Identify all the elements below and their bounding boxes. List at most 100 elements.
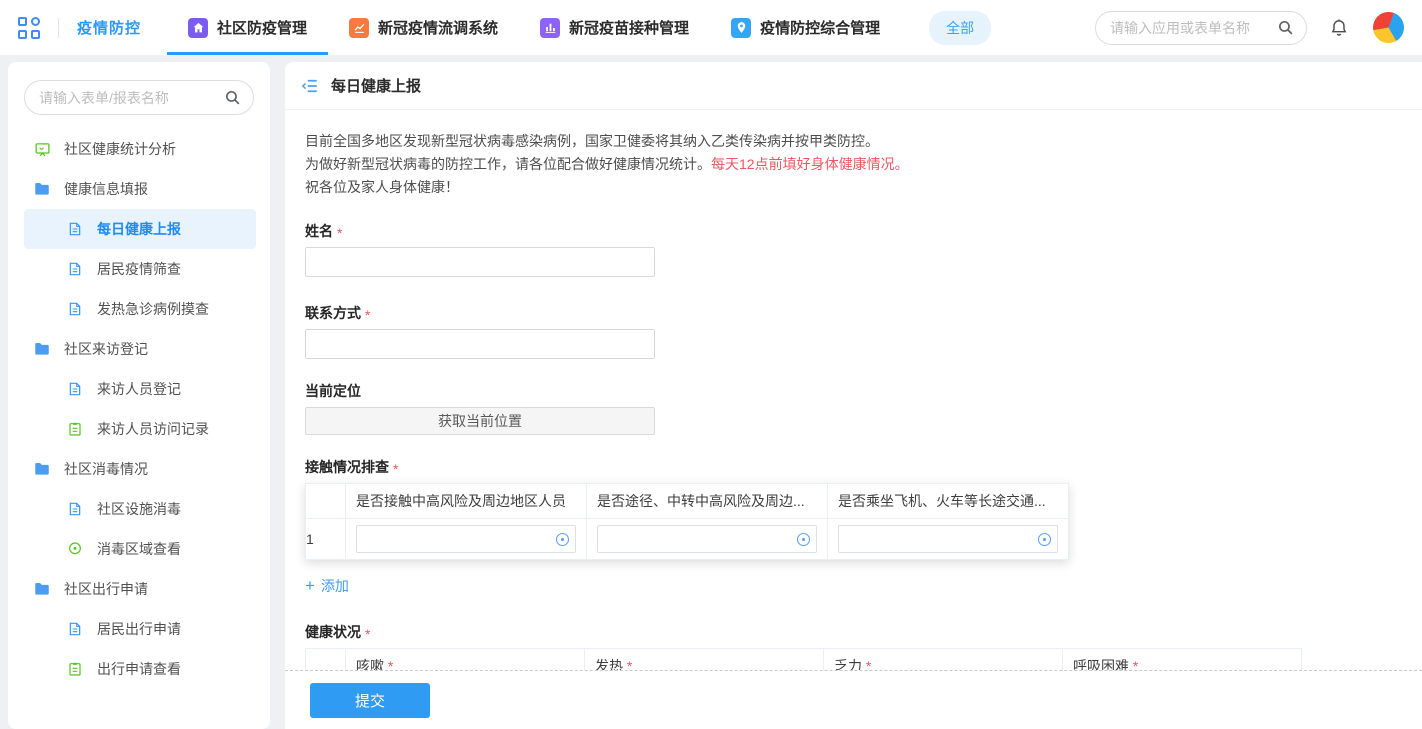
sidebar-group-health-info-filling[interactable]: 健康信息填报 bbox=[24, 169, 256, 209]
submit-button[interactable]: 提交 bbox=[310, 683, 430, 718]
tab-covid-flow-survey-system[interactable]: 新冠疫情流调系统 bbox=[328, 0, 519, 55]
location-field-label: 当前定位 bbox=[305, 381, 1422, 401]
sidebar-item-label: 每日健康上报 bbox=[97, 219, 181, 239]
sidebar-item-fever-case-survey[interactable]: 发热急诊病例摸查 bbox=[24, 289, 256, 329]
search-icon[interactable] bbox=[1277, 19, 1294, 36]
row-index: 1 bbox=[306, 519, 346, 560]
table-header-row: 是否接触中高风险及周边地区人员 是否途径、中转中高风险及周边... 是否乘坐飞机… bbox=[306, 484, 1069, 519]
required-marker: * bbox=[393, 461, 398, 477]
sidebar-item-label: 健康信息填报 bbox=[64, 179, 148, 199]
required-marker: * bbox=[365, 626, 370, 642]
intro-line-1: 目前全国多地区发现新型冠状病毒感染病例，国家卫健委将其纳入乙类传染病并按甲类防控… bbox=[305, 133, 879, 149]
sidebar-item-label: 发热急诊病例摸查 bbox=[97, 299, 209, 319]
sidebar-item-community-health-statistics[interactable]: 社区健康统计分析 bbox=[24, 129, 256, 169]
sidebar-search-input[interactable] bbox=[39, 90, 224, 106]
folder-icon bbox=[33, 180, 51, 198]
sidebar-item-label: 居民出行申请 bbox=[97, 619, 181, 639]
tab-vaccine-management[interactable]: 新冠疫苗接种管理 bbox=[519, 0, 710, 55]
sidebar-item-facility-disinfection[interactable]: 社区设施消毒 bbox=[24, 489, 256, 529]
apps-grid-icon[interactable] bbox=[18, 17, 40, 39]
get-current-location-button[interactable]: 获取当前位置 bbox=[305, 407, 655, 435]
tab-label: 社区防疫管理 bbox=[217, 17, 307, 38]
name-input[interactable] bbox=[305, 247, 655, 277]
column-header: 是否接触中高风险及周边地区人员 bbox=[346, 484, 587, 519]
intro-line-3: 祝各位及家人身体健康！ bbox=[305, 179, 459, 195]
tab-label: 疫情防控综合管理 bbox=[760, 17, 880, 38]
sidebar-item-label: 居民疫情筛查 bbox=[97, 259, 181, 279]
document-icon bbox=[66, 380, 84, 398]
intro-line-2: 为做好新型冠状病毒的防控工作，请各位配合做好健康情况统计。 bbox=[305, 156, 711, 172]
bell-icon[interactable] bbox=[1329, 17, 1349, 38]
column-header: 咳嗽 * bbox=[346, 649, 585, 671]
sidebar-item-label: 社区设施消毒 bbox=[97, 499, 181, 519]
topbar-search-input[interactable] bbox=[1110, 20, 1277, 36]
sidebar-item-label: 来访人员访问记录 bbox=[97, 419, 209, 439]
sidebar-item-resident-epidemic-screening[interactable]: 居民疫情筛查 bbox=[24, 249, 256, 289]
topbar: 疫情防控 社区防疫管理 新冠疫情流调系统 新冠疫苗接种管理 疫情防控综合管理 bbox=[0, 0, 1422, 55]
contact-check-table: 是否接触中高风险及周边地区人员 是否途径、中转中高风险及周边... 是否乘坐飞机… bbox=[305, 483, 1069, 560]
tab-label: 新冠疫情流调系统 bbox=[378, 17, 498, 38]
table-header-row: 咳嗽 * 发热 * 乏力 * 呼吸困难 * bbox=[306, 649, 1302, 671]
bar-chart-icon bbox=[540, 18, 560, 38]
add-row-button[interactable]: + 添加 bbox=[305, 576, 349, 596]
tab-label: 新冠疫苗接种管理 bbox=[569, 17, 689, 38]
main-panel: 每日健康上报 目前全国多地区发现新型冠状病毒感染病例，国家卫健委将其纳入乙类传染… bbox=[285, 62, 1422, 729]
select-dropdown-icon bbox=[797, 533, 810, 546]
tab-community-epidemic-management[interactable]: 社区防疫管理 bbox=[167, 0, 328, 55]
sidebar-item-resident-travel-application[interactable]: 居民出行申请 bbox=[24, 609, 256, 649]
required-marker: * bbox=[337, 225, 342, 241]
all-apps-pill[interactable]: 全部 bbox=[929, 11, 991, 45]
sidebar-item-label: 来访人员登记 bbox=[97, 379, 181, 399]
page-title: 每日健康上报 bbox=[331, 75, 421, 96]
sidebar-group-community-travel-application[interactable]: 社区出行申请 bbox=[24, 569, 256, 609]
document-icon bbox=[66, 260, 84, 278]
topbar-search bbox=[1095, 11, 1307, 45]
column-header: 是否乘坐飞机、火车等长途交通... bbox=[828, 484, 1069, 519]
home-icon bbox=[188, 18, 208, 38]
form-body: 目前全国多地区发现新型冠状病毒感染病例，国家卫健委将其纳入乙类传染病并按甲类防控… bbox=[285, 110, 1422, 670]
search-icon[interactable] bbox=[224, 89, 241, 106]
trend-icon bbox=[349, 18, 369, 38]
sidebar-item-daily-health-report[interactable]: 每日健康上报 bbox=[24, 209, 256, 249]
sidebar-item-travel-application-view[interactable]: 出行申请查看 bbox=[24, 649, 256, 689]
form-intro-text: 目前全国多地区发现新型冠状病毒感染病例，国家卫健委将其纳入乙类传染病并按甲类防控… bbox=[305, 130, 1422, 199]
sidebar-item-label: 社区健康统计分析 bbox=[64, 139, 176, 159]
sidebar-item-visitor-visit-records[interactable]: 来访人员访问记录 bbox=[24, 409, 256, 449]
sidebar-item-label: 消毒区域查看 bbox=[97, 539, 181, 559]
location-icon bbox=[731, 18, 751, 38]
clipboard-icon bbox=[66, 420, 84, 438]
collapse-sidebar-icon[interactable] bbox=[301, 77, 319, 95]
form-header: 每日健康上报 bbox=[285, 62, 1422, 110]
sidebar-group-community-visit-registration[interactable]: 社区来访登记 bbox=[24, 329, 256, 369]
sidebar-item-label: 社区消毒情况 bbox=[64, 459, 148, 479]
map-pin-icon bbox=[66, 540, 84, 558]
health-status-field-label: 健康状况* bbox=[305, 622, 1422, 642]
folder-icon bbox=[33, 460, 51, 478]
contact-field-label: 联系方式* bbox=[305, 303, 1422, 323]
sidebar-search bbox=[24, 80, 254, 115]
sidebar-item-label: 社区来访登记 bbox=[64, 339, 148, 359]
tab-epidemic-integrated-management[interactable]: 疫情防控综合管理 bbox=[710, 0, 901, 55]
sidebar-item-visitor-registration[interactable]: 来访人员登记 bbox=[24, 369, 256, 409]
name-field-label: 姓名* bbox=[305, 221, 1422, 241]
app-tabs: 社区防疫管理 新冠疫情流调系统 新冠疫苗接种管理 疫情防控综合管理 bbox=[167, 0, 901, 55]
folder-icon bbox=[33, 580, 51, 598]
column-header: 呼吸困难 * bbox=[1063, 649, 1302, 671]
contact-risk-select[interactable] bbox=[356, 525, 576, 553]
document-icon bbox=[66, 500, 84, 518]
sidebar-item-disinfection-area-view[interactable]: 消毒区域查看 bbox=[24, 529, 256, 569]
sidebar-item-label: 出行申请查看 bbox=[97, 659, 181, 679]
column-header: 是否途径、中转中高风险及周边... bbox=[587, 484, 828, 519]
sidebar-group-community-disinfection[interactable]: 社区消毒情况 bbox=[24, 449, 256, 489]
select-dropdown-icon bbox=[1038, 533, 1051, 546]
transit-risk-select[interactable] bbox=[597, 525, 817, 553]
brand-label[interactable]: 疫情防控 bbox=[77, 17, 141, 38]
folder-icon bbox=[33, 340, 51, 358]
user-avatar[interactable] bbox=[1373, 12, 1404, 43]
required-marker: * bbox=[365, 307, 370, 323]
column-header: 发热 * bbox=[585, 649, 824, 671]
contact-input[interactable] bbox=[305, 329, 655, 359]
column-header: 乏力 * bbox=[824, 649, 1063, 671]
form-footer: 提交 bbox=[285, 670, 1422, 729]
transport-select[interactable] bbox=[838, 525, 1058, 553]
